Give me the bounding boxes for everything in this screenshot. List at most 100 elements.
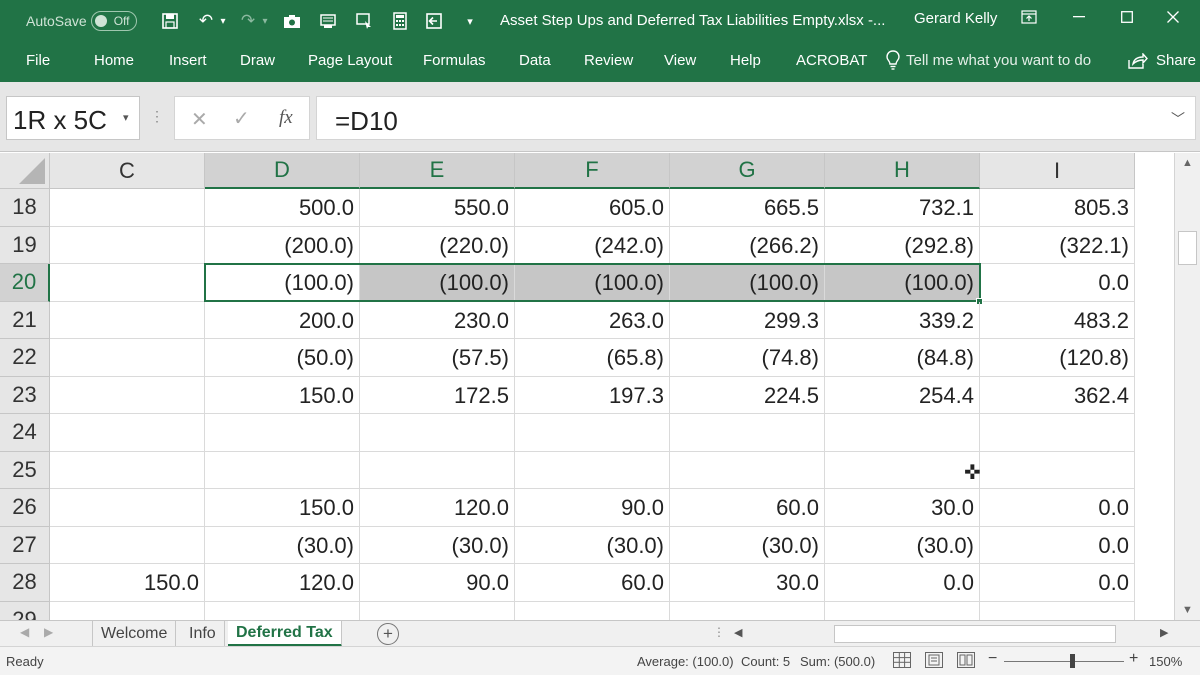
cell-i27[interactable]: 0.0 — [980, 526, 1135, 564]
cell-h29[interactable] — [825, 601, 980, 620]
cell-i29[interactable] — [980, 601, 1135, 620]
cell-c29[interactable] — [50, 601, 205, 620]
cell-g28[interactable]: 30.0 — [670, 564, 825, 602]
cell-h25[interactable] — [825, 451, 980, 489]
vertical-scroll-thumb[interactable] — [1178, 231, 1197, 265]
tab-page-layout[interactable]: Page Layout — [308, 52, 392, 69]
cell-e20[interactable]: (100.0) — [360, 264, 515, 302]
row-header-19[interactable]: 19 — [0, 226, 50, 264]
cell-c21[interactable] — [50, 301, 205, 339]
cell-i28[interactable]: 0.0 — [980, 564, 1135, 602]
cell-i26[interactable]: 0.0 — [980, 489, 1135, 527]
zoom-in-icon[interactable]: + — [1129, 650, 1138, 668]
scroll-left-icon[interactable]: ◀ — [734, 626, 742, 639]
cell-h19[interactable]: (292.8) — [825, 226, 980, 264]
zoom-out-icon[interactable]: − — [988, 650, 997, 668]
cell-f22[interactable]: (65.8) — [515, 339, 670, 377]
cell-g21[interactable]: 299.3 — [670, 301, 825, 339]
row-header-29[interactable]: 29 — [0, 601, 50, 620]
cell-c20[interactable] — [50, 264, 205, 302]
formula-input[interactable]: =D10 ﹀ — [316, 96, 1196, 140]
calculator-icon[interactable] — [388, 9, 412, 33]
status-average[interactable]: Average: (100.0) — [637, 654, 734, 669]
enter-icon[interactable]: ✓ — [233, 106, 250, 131]
cell-g24[interactable] — [670, 414, 825, 452]
print-preview-icon[interactable] — [316, 9, 340, 33]
select-all-corner[interactable] — [0, 153, 50, 189]
cell-f25[interactable] — [515, 451, 670, 489]
user-name[interactable]: Gerard Kelly — [914, 10, 997, 27]
row-header-21[interactable]: 21 — [0, 301, 50, 339]
tab-help[interactable]: Help — [730, 52, 761, 69]
cell-h22[interactable]: (84.8) — [825, 339, 980, 377]
cell-d26[interactable]: 150.0 — [205, 489, 360, 527]
exit-icon[interactable] — [422, 9, 446, 33]
cell-i20[interactable]: 0.0 — [980, 264, 1135, 302]
minimize-icon[interactable] — [1056, 0, 1102, 34]
close-icon[interactable] — [1150, 0, 1196, 34]
cell-d23[interactable]: 150.0 — [205, 376, 360, 414]
tab-splitter-icon[interactable]: ⋮ — [713, 625, 725, 639]
maximize-icon[interactable] — [1104, 0, 1150, 34]
cell-d18[interactable]: 500.0 — [205, 189, 360, 227]
undo-dropdown-icon[interactable]: ▾ — [216, 9, 230, 33]
cell-f27[interactable]: (30.0) — [515, 526, 670, 564]
cell-h23[interactable]: 254.4 — [825, 376, 980, 414]
vertical-dots-icon[interactable]: ⋮ — [150, 108, 164, 125]
tab-home[interactable]: Home — [94, 52, 134, 69]
cell-c22[interactable] — [50, 339, 205, 377]
save-icon[interactable] — [158, 9, 182, 33]
cell-e29[interactable] — [360, 601, 515, 620]
vertical-scrollbar[interactable]: ▲ ▼ — [1174, 153, 1200, 620]
column-header-i[interactable]: I — [980, 153, 1135, 189]
column-header-h[interactable]: H — [825, 153, 980, 189]
cell-c19[interactable] — [50, 226, 205, 264]
cell-d27[interactable]: (30.0) — [205, 526, 360, 564]
autosave-toggle[interactable]: Off — [90, 11, 137, 31]
cell-h28[interactable]: 0.0 — [825, 564, 980, 602]
cell-g20[interactable]: (100.0) — [670, 264, 825, 302]
name-box[interactable]: 1R x 5C ▾ — [6, 96, 140, 140]
row-header-25[interactable]: 25 — [0, 451, 50, 489]
status-sum[interactable]: Sum: (500.0) — [800, 654, 875, 669]
column-header-e[interactable]: E — [360, 153, 515, 189]
normal-view-icon[interactable] — [893, 652, 911, 668]
cell-i23[interactable]: 362.4 — [980, 376, 1135, 414]
cell-f24[interactable] — [515, 414, 670, 452]
cell-g23[interactable]: 224.5 — [670, 376, 825, 414]
cell-d21[interactable]: 200.0 — [205, 301, 360, 339]
zoom-slider[interactable] — [1004, 661, 1124, 662]
cell-e24[interactable] — [360, 414, 515, 452]
cell-f19[interactable]: (242.0) — [515, 226, 670, 264]
cell-e27[interactable]: (30.0) — [360, 526, 515, 564]
cell-c25[interactable] — [50, 451, 205, 489]
row-header-22[interactable]: 22 — [0, 339, 50, 377]
status-count[interactable]: Count: 5 — [741, 654, 790, 669]
tab-acrobat[interactable]: ACROBAT — [796, 52, 867, 69]
scroll-right-icon[interactable]: ▶ — [1160, 626, 1168, 639]
scroll-up-icon[interactable]: ▲ — [1182, 157, 1193, 169]
share-button[interactable]: Share — [1128, 52, 1196, 69]
zoom-level[interactable]: 150% — [1149, 654, 1182, 669]
row-header-20[interactable]: 20 — [0, 264, 50, 302]
tell-me-search[interactable]: Tell me what you want to do — [886, 50, 1091, 70]
next-sheet-icon[interactable]: ▶ — [44, 625, 53, 639]
prev-sheet-icon[interactable]: ◀ — [20, 625, 29, 639]
page-break-preview-icon[interactable] — [957, 652, 975, 668]
expand-formula-bar-icon[interactable]: ﹀ — [1171, 109, 1185, 129]
cell-g18[interactable]: 665.5 — [670, 189, 825, 227]
cell-h18[interactable]: 732.1 — [825, 189, 980, 227]
horizontal-scroll-thumb[interactable] — [834, 625, 1116, 643]
customize-qat-icon[interactable]: ▾ — [458, 9, 482, 33]
cell-g25[interactable] — [670, 451, 825, 489]
cell-f20[interactable]: (100.0) — [515, 264, 670, 302]
cell-i24[interactable] — [980, 414, 1135, 452]
cell-e22[interactable]: (57.5) — [360, 339, 515, 377]
row-header-18[interactable]: 18 — [0, 189, 50, 227]
tab-review[interactable]: Review — [584, 52, 633, 69]
cell-h27[interactable]: (30.0) — [825, 526, 980, 564]
column-header-c[interactable]: C — [50, 153, 205, 189]
zoom-slider-thumb[interactable] — [1070, 654, 1075, 668]
cell-i22[interactable]: (120.8) — [980, 339, 1135, 377]
tab-view[interactable]: View — [664, 52, 696, 69]
